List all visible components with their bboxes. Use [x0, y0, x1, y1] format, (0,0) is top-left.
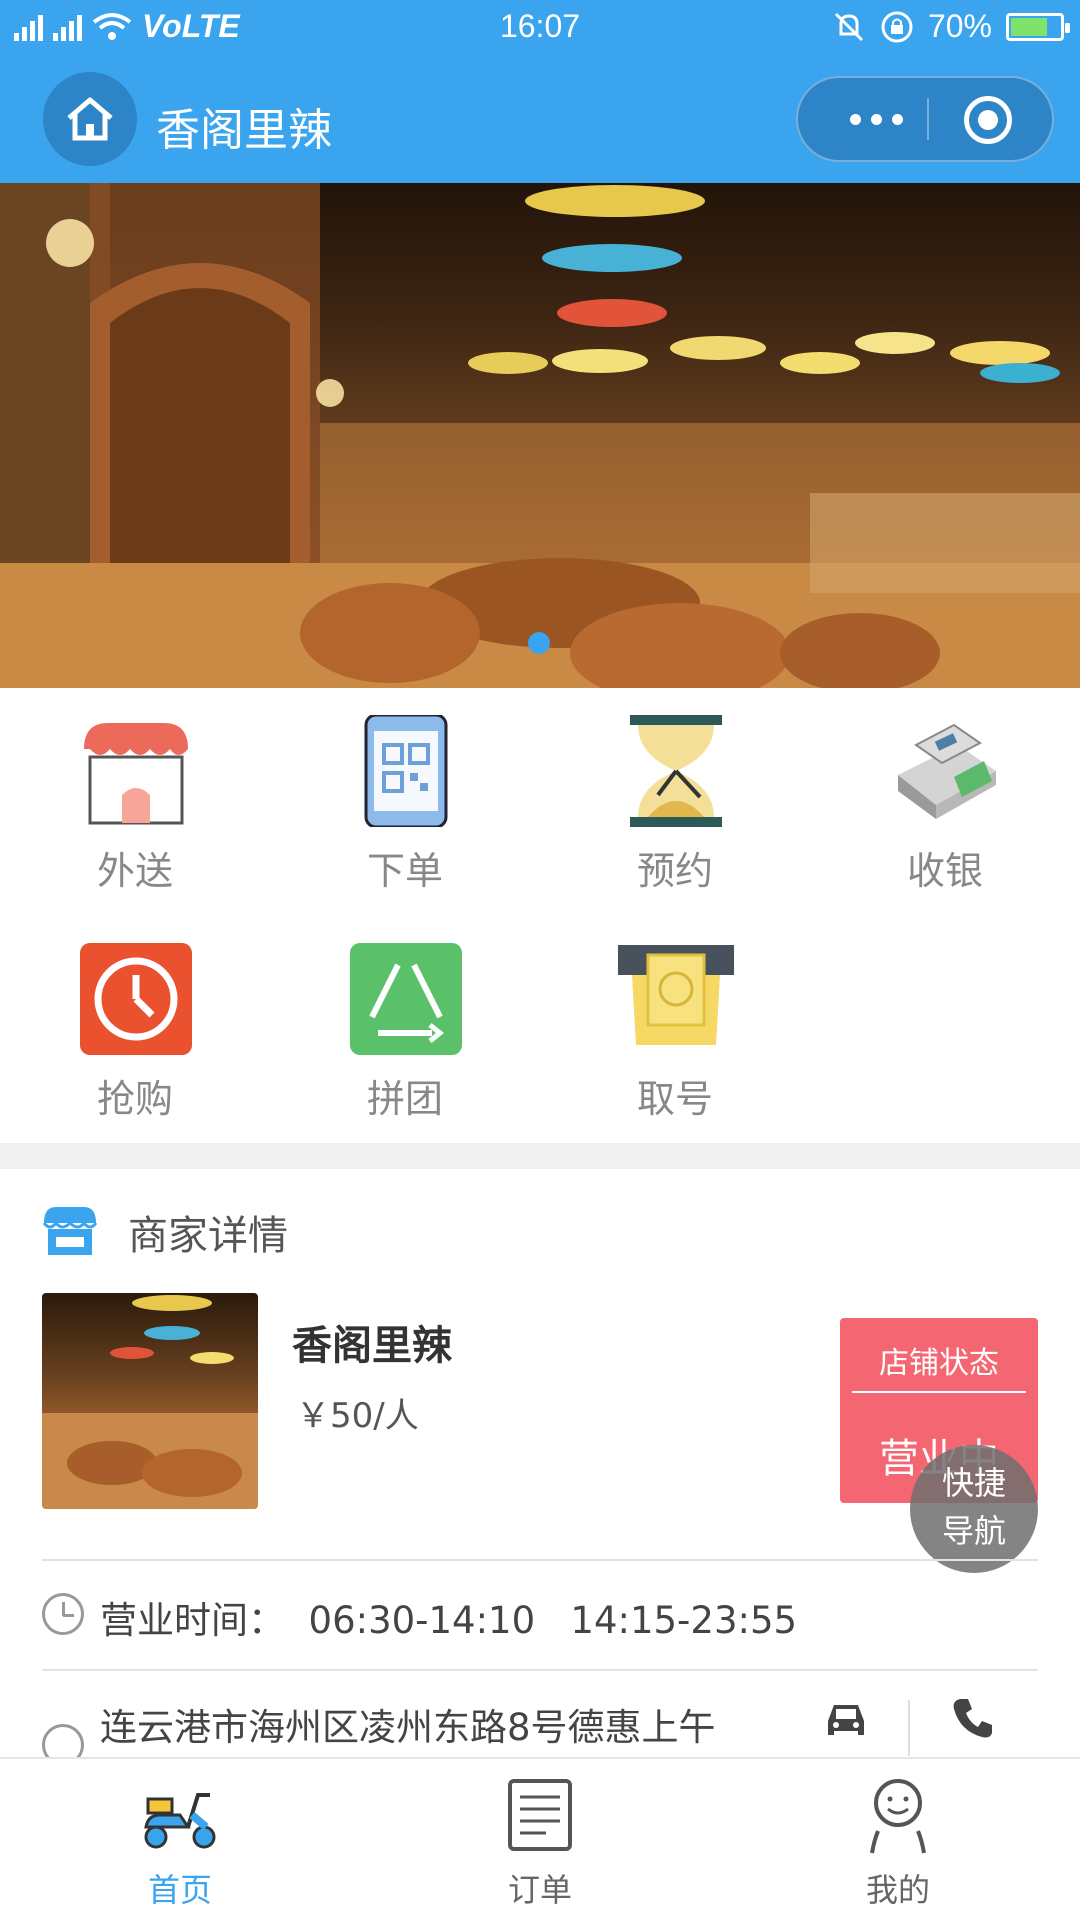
grid-label: 取号 — [636, 1077, 713, 1121]
banner-image[interactable] — [0, 183, 1080, 688]
tab-me[interactable]: 我的 — [798, 1759, 998, 1922]
tab-orders[interactable]: 订单 — [440, 1759, 640, 1922]
divider — [42, 1559, 1038, 1561]
phone-icon[interactable] — [950, 1695, 996, 1741]
more-button[interactable] — [826, 78, 926, 160]
shop-name: 香阁里辣 — [292, 1323, 452, 1369]
grid-label: 外送 — [96, 849, 173, 893]
tab-home[interactable]: 首页 — [80, 1759, 280, 1922]
grid-item-flash-sale[interactable]: 抢购 — [0, 943, 270, 1143]
grid-item-delivery[interactable]: 外送 — [0, 715, 270, 915]
tab-label: 订单 — [507, 1871, 572, 1909]
merchant-thumbnail[interactable] — [42, 1293, 258, 1509]
battery-percent: 70% — [927, 8, 992, 44]
cash-machine-icon — [888, 715, 1004, 827]
tab-label: 我的 — [865, 1871, 930, 1909]
address-text[interactable]: 连云港市海州区凌州东路8号德惠上午 — [100, 1697, 716, 1751]
triangle-arrows-icon — [348, 943, 464, 1055]
page-title: 香阁里辣 — [156, 105, 332, 156]
grid-label: 收银 — [906, 849, 983, 893]
grid-item-take-number[interactable]: 取号 — [540, 943, 810, 1143]
quick-nav-button[interactable]: 快捷 导航 — [910, 1445, 1038, 1573]
clock-icon — [42, 1593, 84, 1635]
person-icon — [870, 1779, 926, 1854]
mute-bell-icon — [834, 12, 864, 41]
home-icon — [67, 97, 113, 141]
grid-label: 下单 — [366, 849, 443, 893]
car-icon[interactable] — [822, 1695, 870, 1743]
grid-item-group-buy[interactable]: 拼团 — [270, 943, 540, 1143]
hourglass-icon — [618, 715, 734, 827]
grid-label: 抢购 — [96, 1077, 173, 1121]
average-price: ￥50/人 — [296, 1396, 419, 1436]
more-dots-icon — [849, 113, 861, 125]
grid-label: 拼团 — [366, 1077, 443, 1121]
ticket-number-icon — [618, 943, 734, 1055]
close-button[interactable] — [964, 96, 1012, 144]
mini-program-capsule — [796, 76, 1054, 162]
clock-icon — [78, 943, 194, 1055]
grid-item-reservation[interactable]: 预约 — [540, 715, 810, 915]
lock-rotation-icon — [881, 11, 913, 42]
section-title: 商家详情 — [128, 1213, 288, 1259]
store-icon — [42, 1203, 98, 1259]
tab-label: 首页 — [147, 1871, 212, 1909]
scooter-icon — [144, 1793, 216, 1849]
nav-bar: 香阁里辣 — [0, 56, 1080, 183]
restaurant-photo — [0, 183, 1080, 688]
business-hours: 营业时间： 06:30-14:10 14:15-23:55 — [100, 1599, 798, 1642]
order-list-icon — [508, 1779, 572, 1851]
carousel-indicator[interactable] — [528, 632, 550, 654]
battery-icon — [1006, 12, 1070, 41]
top-bar: VoLTE 16:07 70% 香阁里辣 — [0, 0, 1080, 183]
store-status-label: 店铺状态 — [879, 1346, 999, 1381]
phone-qr-icon — [348, 713, 464, 829]
grid-label: 预约 — [636, 849, 713, 893]
status-bar: VoLTE 16:07 70% — [0, 0, 1080, 56]
grid-item-cashier[interactable]: 收银 — [810, 715, 1080, 915]
section-divider — [0, 1143, 1080, 1169]
home-button[interactable] — [43, 72, 137, 166]
storefront-icon — [78, 715, 194, 827]
grid-item-order[interactable]: 下单 — [270, 713, 540, 915]
divider — [42, 1669, 1038, 1671]
tab-bar: 首页 订单 我的 — [0, 1757, 1080, 1920]
